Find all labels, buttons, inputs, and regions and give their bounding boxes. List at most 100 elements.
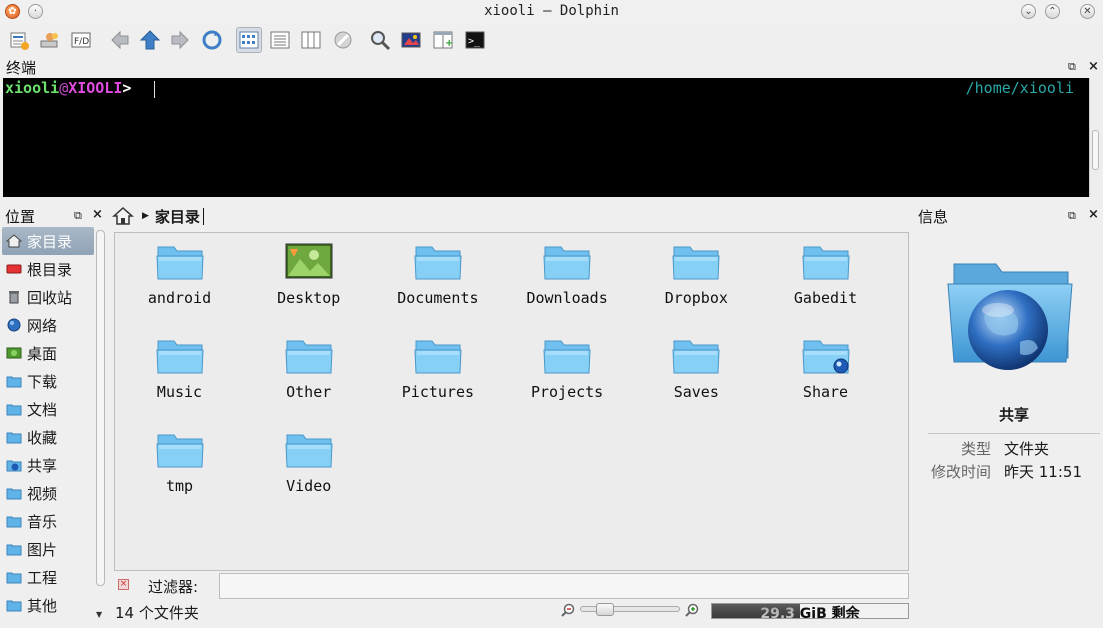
- shared-folder-preview-icon: [947, 263, 1073, 370]
- place-pictures[interactable]: 图片: [2, 535, 94, 563]
- place-downloads[interactable]: 下载: [2, 367, 94, 395]
- file-name: Downloads: [526, 289, 608, 307]
- place-network[interactable]: 网络: [2, 311, 94, 339]
- info-modified-label: 修改时间: [930, 463, 991, 481]
- reload-icon[interactable]: [199, 27, 225, 53]
- file-item[interactable]: Music: [115, 335, 244, 401]
- places-float-icon[interactable]: ⧉: [74, 209, 82, 223]
- place-trash[interactable]: 回收站: [2, 283, 94, 311]
- folder-icon: [801, 246, 850, 280]
- network-icon: [7, 318, 21, 332]
- file-item[interactable]: Pictures: [373, 335, 502, 401]
- place-projects[interactable]: 工程: [2, 563, 94, 591]
- place-music[interactable]: 音乐: [2, 507, 94, 535]
- close-button[interactable]: ✕: [1080, 4, 1095, 19]
- icon-view-icon[interactable]: [236, 27, 262, 53]
- folder-icon: [6, 376, 22, 388]
- info-type-label: 类型: [960, 440, 991, 458]
- file-view[interactable]: android Desktop Documents Downloads Dropbox G…: [114, 232, 909, 571]
- trash-icon: [9, 291, 19, 304]
- file-name: tmp: [165, 477, 194, 495]
- places-scroll-thumb[interactable]: [96, 230, 105, 586]
- status-folder-count: 14 个文件夹: [115, 604, 199, 622]
- place-label: 图片: [27, 540, 58, 559]
- folder-icon: [6, 572, 22, 584]
- back-icon[interactable]: [107, 27, 133, 53]
- file-item[interactable]: Downloads: [503, 241, 632, 307]
- folder-icon: [285, 340, 333, 374]
- zoom-out-icon[interactable]: [560, 602, 576, 618]
- info-float-icon[interactable]: ⧉: [1068, 209, 1076, 223]
- zoom-slider[interactable]: [580, 606, 680, 612]
- file-name: Documents: [397, 289, 479, 307]
- maximize-button[interactable]: ⌃: [1045, 4, 1060, 19]
- place-label: 网络: [27, 316, 58, 335]
- settings-icon[interactable]: [6, 27, 32, 53]
- zoom-in-icon[interactable]: [684, 602, 700, 618]
- home-icon: [6, 234, 22, 248]
- terminal-close-icon[interactable]: ×: [1088, 59, 1099, 74]
- places-close-icon[interactable]: ×: [92, 207, 103, 222]
- terminal-prompt: xiooli@XIOOLI>: [5, 79, 131, 97]
- file-name: android: [147, 289, 212, 307]
- folder-icon: [672, 246, 720, 280]
- terminal-scroll-thumb[interactable]: [1092, 130, 1099, 170]
- file-item[interactable]: android: [115, 241, 244, 307]
- place-favorites[interactable]: 收藏: [2, 423, 94, 451]
- info-close-icon[interactable]: ×: [1088, 207, 1099, 222]
- file-item[interactable]: Projects: [503, 335, 632, 401]
- info-panel-title: 信息: [918, 208, 949, 226]
- terminal-icon[interactable]: >_: [462, 27, 488, 53]
- terminal-user: xiooli: [5, 79, 60, 97]
- terminal-prompt-char: >: [122, 79, 132, 97]
- file-item[interactable]: Desktop: [244, 241, 373, 307]
- split-view-icon[interactable]: +: [430, 27, 456, 53]
- folder-icon: [6, 432, 22, 444]
- place-label: 视频: [27, 484, 58, 503]
- terminal-host: XIOOLI: [68, 79, 123, 97]
- file-item[interactable]: Video: [244, 429, 373, 495]
- svg-text:F/D: F/D: [74, 37, 89, 47]
- home-icon[interactable]: [112, 206, 134, 226]
- minimize-button[interactable]: ⌄: [1021, 4, 1036, 19]
- place-desktop[interactable]: 桌面: [2, 339, 94, 367]
- compare-icon[interactable]: F/D: [68, 27, 94, 53]
- place-videos[interactable]: 视频: [2, 479, 94, 507]
- filter-input[interactable]: [219, 573, 909, 599]
- file-item[interactable]: tmp: [115, 429, 244, 495]
- breadcrumb-current[interactable]: 家目录: [155, 206, 200, 227]
- place-other[interactable]: 其他: [2, 591, 94, 617]
- places-scrollbar[interactable]: ▼: [95, 230, 106, 622]
- terminal-float-icon[interactable]: ⧉: [1068, 60, 1076, 74]
- user-icon[interactable]: [37, 27, 63, 53]
- place-root[interactable]: 根目录: [2, 255, 94, 283]
- find-icon[interactable]: [367, 27, 393, 53]
- file-name: Video: [286, 477, 332, 495]
- columns-view-icon[interactable]: [298, 27, 324, 53]
- folder-icon: [6, 516, 22, 528]
- file-item[interactable]: Share: [761, 335, 890, 401]
- scroll-down-icon[interactable]: ▼: [96, 610, 102, 619]
- hidden-files-icon[interactable]: [330, 27, 356, 53]
- file-item[interactable]: Other: [244, 335, 373, 401]
- drive-icon: [6, 264, 22, 274]
- up-icon[interactable]: [137, 27, 163, 53]
- file-item[interactable]: Gabedit: [761, 241, 890, 307]
- terminal-view[interactable]: xiooli@XIOOLI> /home/xiooli: [3, 78, 1089, 197]
- details-view-icon[interactable]: [267, 27, 293, 53]
- title-bar: ✿ · xiooli — Dolphin ⌄ ⌃ ✕: [0, 0, 1103, 24]
- file-item[interactable]: Dropbox: [632, 241, 761, 307]
- file-name: Music: [156, 383, 203, 401]
- file-item[interactable]: Saves: [632, 335, 761, 401]
- place-home[interactable]: 家目录: [2, 227, 94, 255]
- file-name: Desktop: [277, 289, 341, 307]
- place-shared[interactable]: 共享: [2, 451, 94, 479]
- place-documents[interactable]: 文档: [2, 395, 94, 423]
- zoom-slider-handle[interactable]: [596, 603, 614, 616]
- preview-icon[interactable]: [398, 27, 424, 53]
- forward-icon[interactable]: [167, 27, 193, 53]
- close-filter-icon[interactable]: ×: [118, 579, 129, 590]
- terminal-scrollbar[interactable]: [1089, 78, 1100, 197]
- info-metadata: 类型 文件夹 修改时间 昨天 11:51: [928, 433, 1100, 481]
- file-item[interactable]: Documents: [373, 241, 502, 307]
